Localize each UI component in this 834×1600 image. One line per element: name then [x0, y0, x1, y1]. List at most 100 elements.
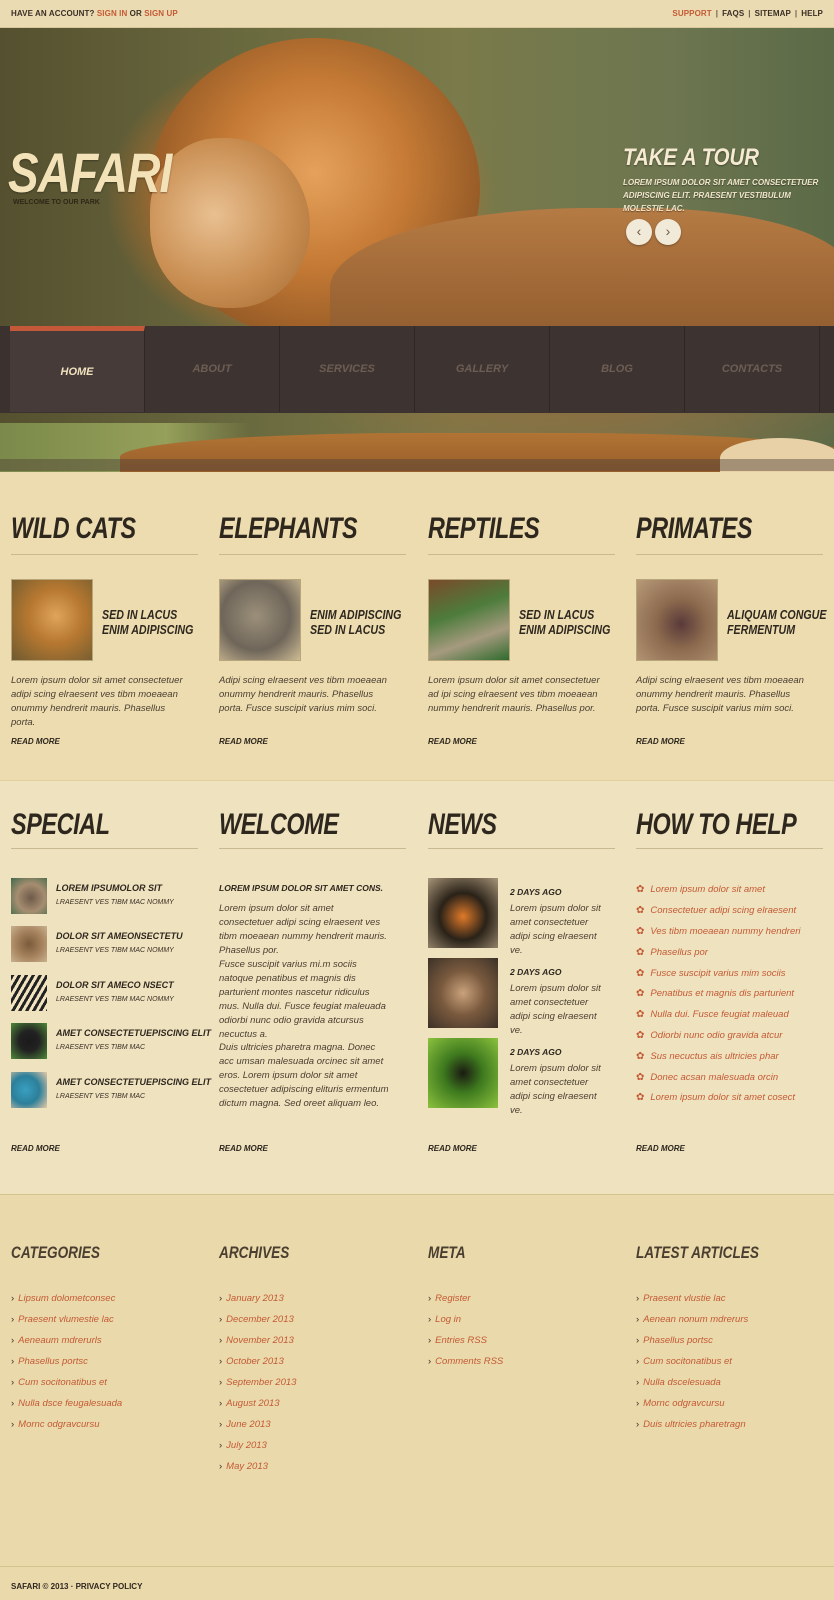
article-link[interactable]: › Praesent vlustie lac	[636, 1293, 726, 1304]
read-more-link[interactable]: READ MORE	[428, 1144, 477, 1153]
news-image[interactable]	[428, 1038, 498, 1108]
news-image[interactable]	[428, 878, 498, 948]
slider-next-button[interactable]: ›	[655, 219, 681, 245]
nav-item-about[interactable]: ABOUT	[145, 326, 280, 412]
meta-link[interactable]: › Log in	[428, 1314, 461, 1325]
help-item[interactable]: ✿ Penatibus et magnis dis parturient	[636, 988, 794, 999]
category-link[interactable]: › Mornc odgravcursu	[11, 1419, 99, 1430]
special-item-sub: LRAESENT VES TIBM MAC NOMMY	[56, 947, 174, 954]
news-text: Lorem ipsum dolor sit amet consectetuer …	[510, 903, 601, 956]
nav-item-services[interactable]: SERVICES	[280, 326, 415, 412]
special-item-title[interactable]: AMET CONSECTETUEPISCING ELIT	[56, 1077, 211, 1087]
meta-link[interactable]: › Register	[428, 1293, 471, 1304]
help-heading: HOW TO HELP	[636, 808, 797, 841]
special-item-title[interactable]: LOREM IPSUMOLOR SIT	[56, 883, 162, 893]
latest-articles-title: LATEST ARTICLES	[636, 1243, 759, 1262]
meta-link[interactable]: › Entries RSS	[428, 1335, 487, 1346]
article-link[interactable]: › Nulla dscelesuada	[636, 1377, 721, 1388]
faqs-link[interactable]: FAQS	[722, 9, 744, 18]
special-item-image[interactable]	[11, 1072, 47, 1108]
special-item-title[interactable]: AMET CONSECTETUEPISCING ELIT	[56, 1028, 211, 1038]
article-link[interactable]: › Phasellus portsc	[636, 1335, 713, 1346]
article-link[interactable]: › Cum socitonatibus et	[636, 1356, 732, 1367]
meta-link[interactable]: › Comments RSS	[428, 1356, 503, 1367]
nav-item-gallery[interactable]: GALLERY	[415, 326, 550, 412]
special-item-image[interactable]	[11, 926, 47, 962]
news-image[interactable]	[428, 958, 498, 1028]
article-link[interactable]: › Duis ultricies pharetragn	[636, 1419, 746, 1430]
archive-link[interactable]: › October 2013	[219, 1356, 284, 1367]
help-item[interactable]: ✿ Phasellus por	[636, 947, 708, 958]
read-more-link[interactable]: READ MORE	[11, 1144, 60, 1153]
help-item[interactable]: ✿ Lorem ipsum dolor sit amet cosect	[636, 1092, 795, 1103]
primates-image[interactable]	[636, 579, 718, 661]
nav-item-home[interactable]: HOME	[10, 326, 145, 412]
hero-strip	[0, 459, 834, 471]
account-prefix: HAVE AN ACCOUNT?	[11, 9, 95, 18]
chevron-right-icon: ›	[428, 1335, 432, 1346]
read-more-link[interactable]: READ MORE	[636, 1144, 685, 1153]
slider-prev-button[interactable]: ‹	[626, 219, 652, 245]
archive-link[interactable]: › May 2013	[219, 1461, 268, 1472]
category-link[interactable]: › Cum socitonatibus et	[11, 1377, 107, 1388]
sign-in-link[interactable]: SIGN IN	[97, 9, 127, 18]
meta-title: META	[428, 1243, 466, 1262]
slide-text: LOREM IPSUM DOLOR SIT AMET CONSECTETUER …	[623, 178, 819, 213]
link-label: Register	[435, 1293, 471, 1304]
copyright-text[interactable]: SAFARI © 2013 · PRIVACY POLICY	[11, 1582, 142, 1591]
archive-link[interactable]: › December 2013	[219, 1314, 294, 1325]
read-more-link[interactable]: READ MORE	[428, 737, 477, 746]
wild-cats-image[interactable]	[11, 579, 93, 661]
special-item-sub: LRAESENT VES TIBM MAC	[56, 1044, 146, 1051]
special-item-title[interactable]: DOLOR SIT AMECO NSECT	[56, 980, 174, 990]
chevron-right-icon: ›	[219, 1356, 223, 1367]
elephants-image[interactable]	[219, 579, 301, 661]
help-item[interactable]: ✿ Consectetuer adipi scing elraesent	[636, 905, 796, 916]
sign-up-link[interactable]: SIGN UP	[144, 9, 178, 18]
archive-link[interactable]: › August 2013	[219, 1398, 280, 1409]
archive-link[interactable]: › November 2013	[219, 1335, 294, 1346]
archive-link[interactable]: › July 2013	[219, 1440, 267, 1451]
read-more-link[interactable]: READ MORE	[636, 737, 685, 746]
welcome-paragraph: Lorem ipsum dolor sit amet consectetuer …	[219, 903, 387, 956]
read-more-link[interactable]: READ MORE	[219, 1144, 268, 1153]
nav-item-contacts[interactable]: CONTACTS	[685, 326, 820, 412]
archive-link[interactable]: › September 2013	[219, 1377, 296, 1388]
chevron-right-icon: ›	[219, 1335, 223, 1346]
help-item[interactable]: ✿ Lorem ipsum dolor sit amet	[636, 884, 765, 895]
archive-link[interactable]: › January 2013	[219, 1293, 284, 1304]
special-item-image[interactable]	[11, 878, 47, 914]
site-logo[interactable]: SAFARI	[8, 140, 172, 205]
category-link[interactable]: › Aeneaum mdrerurls	[11, 1335, 102, 1346]
support-link[interactable]: SUPPORT	[672, 9, 711, 18]
article-link[interactable]: › Mornc odgravcursu	[636, 1398, 724, 1409]
link-label: Mornc odgravcursu	[18, 1419, 100, 1430]
reptiles-image[interactable]	[428, 579, 510, 661]
special-item-image[interactable]	[11, 1023, 47, 1059]
read-more-link[interactable]: READ MORE	[11, 737, 60, 746]
read-more-link[interactable]: READ MORE	[219, 737, 268, 746]
help-item[interactable]: ✿ Donec acsan malesuada orcin	[636, 1072, 778, 1083]
link-label: Nulla dsce feugalesuada	[18, 1398, 123, 1409]
chevron-right-icon: ›	[11, 1293, 15, 1304]
help-item[interactable]: ✿ Ves tibm moeaean nummy hendreri	[636, 926, 801, 937]
sitemap-link[interactable]: SITEMAP	[755, 9, 791, 18]
article-link[interactable]: › Aenean nonum mdrerurs	[636, 1314, 748, 1325]
help-item[interactable]: ✿ Fusce suscipit varius mim sociis	[636, 968, 786, 979]
nav-item-blog[interactable]: BLOG	[550, 326, 685, 412]
help-item[interactable]: ✿ Odiorbi nunc odio gravida atcur	[636, 1030, 782, 1041]
category-title-line1: ENIM ADIPISCING	[310, 607, 402, 622]
category-link[interactable]: › Praesent vlumestie lac	[11, 1314, 114, 1325]
help-item[interactable]: ✿ Nulla dui. Fusce feugiat maleuad	[636, 1009, 789, 1020]
category-link[interactable]: › Phasellus portsc	[11, 1356, 88, 1367]
special-item-title[interactable]: DOLOR SIT AMEONSECTETU	[56, 931, 183, 941]
main-nav: HOME ABOUT SERVICES GALLERY BLOG CONTACT…	[0, 326, 834, 413]
help-link[interactable]: HELP	[801, 9, 823, 18]
archive-link[interactable]: › June 2013	[219, 1419, 271, 1430]
flower-icon: ✿	[636, 1030, 645, 1041]
help-item-label: Donec acsan malesuada orcin	[650, 1072, 779, 1083]
help-item[interactable]: ✿ Sus necuctus ais ultricies phar	[636, 1051, 779, 1062]
category-link[interactable]: › Lipsum dolometconsec	[11, 1293, 115, 1304]
special-item-image[interactable]	[11, 975, 47, 1011]
category-link[interactable]: › Nulla dsce feugalesuada	[11, 1398, 122, 1409]
